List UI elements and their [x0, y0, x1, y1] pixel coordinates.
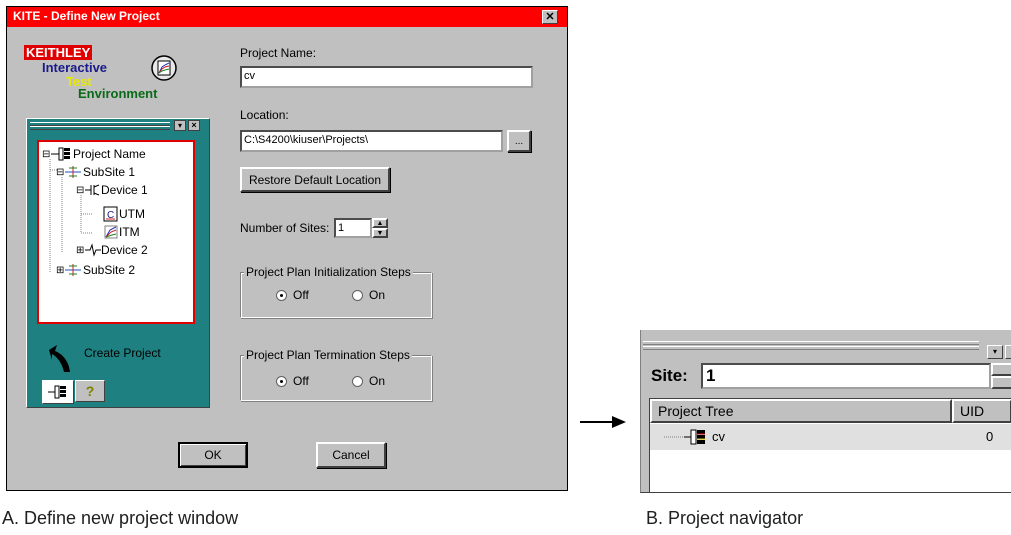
tree-item-label: SubSite 2: [83, 263, 136, 277]
window-title: KITE - Define New Project: [13, 9, 160, 23]
tab-project-view[interactable]: [42, 380, 74, 404]
close-button[interactable]: ✕: [542, 10, 558, 24]
device-icon: [85, 243, 101, 257]
tree-item-label: Project Name: [73, 147, 146, 161]
expand-toggle[interactable]: ⊞: [56, 265, 65, 276]
init-off-radio[interactable]: [276, 290, 287, 301]
collapse-toggle[interactable]: ⊟: [56, 167, 65, 178]
logo-interactive-text: Interactive: [42, 60, 108, 75]
tree-row-cv[interactable]: cv 0: [650, 424, 1011, 450]
caption-a: A. Define new project window: [2, 508, 239, 528]
tree-item-subsite-1[interactable]: ⊟ SubSite 1: [56, 164, 135, 180]
project-icon: [51, 147, 70, 161]
restore-default-location-button[interactable]: Restore Default Location: [240, 167, 390, 192]
site-input[interactable]: 1: [701, 363, 991, 389]
project-icon: [48, 385, 66, 399]
tree-item-project-name[interactable]: ⊟ Project Name: [42, 146, 146, 162]
collapse-toggle[interactable]: ⊟: [76, 185, 85, 196]
tree-item-subsite-2[interactable]: ⊞ SubSite 2: [56, 262, 135, 278]
device-icon: [85, 184, 100, 196]
panel-menu-button[interactable]: ▾: [174, 120, 186, 131]
site-label: Site:: [651, 366, 688, 385]
tree-item-itm[interactable]: ITM: [103, 224, 140, 240]
project-name-label: Project Name:: [240, 46, 317, 60]
itm-icon: [104, 225, 118, 239]
sites-spinner[interactable]: ▲ ▼: [372, 218, 388, 238]
site-spin-down-button[interactable]: [991, 376, 1011, 389]
tree-item-label: Device 2: [101, 243, 148, 257]
term-on-radio[interactable]: [352, 376, 363, 387]
tab-help[interactable]: ?: [75, 380, 105, 402]
help-icon: ?: [85, 383, 95, 399]
init-on-label: On: [369, 288, 386, 302]
tree-row-uid: 0: [986, 429, 994, 444]
navigator-close-button[interactable]: [1005, 345, 1011, 359]
site-spinner[interactable]: [991, 363, 1011, 389]
column-header-project-tree[interactable]: Project Tree: [650, 399, 952, 423]
project-name-input[interactable]: cv: [240, 66, 533, 88]
spin-down-button[interactable]: ▼: [372, 228, 388, 238]
site-spin-up-button[interactable]: [991, 363, 1011, 376]
cancel-button[interactable]: Cancel: [316, 442, 386, 468]
init-on-radio[interactable]: [352, 290, 363, 301]
create-project-arrow-icon: [44, 334, 74, 374]
title-bar[interactable]: KITE - Define New Project ✕: [7, 7, 567, 27]
navigator-titlebar: [643, 338, 983, 354]
subsite-icon: [65, 166, 81, 178]
init-off-label: Off: [293, 288, 309, 302]
tree-item-label: SubSite 1: [83, 165, 136, 179]
term-off-label: Off: [293, 374, 309, 388]
panel-close-button[interactable]: ×: [188, 120, 200, 131]
location-label: Location:: [240, 108, 289, 122]
init-steps-title: Project Plan Initialization Steps: [244, 265, 413, 279]
tree-item-utm[interactable]: C UTM: [103, 206, 145, 222]
tree-row-label: cv: [712, 429, 725, 444]
kite-logo-icon: [150, 54, 178, 82]
project-navigator: ▾ Site: 1 Project Tree UID cv 0: [640, 330, 1011, 493]
column-header-uid[interactable]: UID: [952, 399, 1011, 423]
panel-titlebar: ▾ ×: [30, 120, 206, 132]
ok-button[interactable]: OK: [178, 442, 248, 468]
pointer-arrow: [580, 416, 626, 428]
utm-icon: C: [103, 206, 118, 222]
term-off-radio[interactable]: [276, 376, 287, 387]
expand-toggle[interactable]: ⊞: [76, 245, 85, 256]
logo-environment-text: Environment: [78, 86, 158, 101]
subsite-icon: [65, 264, 81, 276]
keithley-logo: KEITHLEY: [24, 45, 93, 60]
project-icon: [664, 429, 705, 445]
navigator-menu-button[interactable]: ▾: [987, 345, 1003, 359]
number-of-sites-label: Number of Sites:: [240, 221, 330, 235]
caption-b: B. Project navigator: [646, 508, 804, 528]
tree-item-device-2[interactable]: ⊞ Device 2: [76, 242, 148, 258]
tree-item-label: ITM: [119, 225, 140, 239]
browse-button[interactable]: ...: [507, 130, 531, 152]
location-input[interactable]: C:\S4200\kiuser\Projects\: [240, 130, 503, 152]
spin-up-button[interactable]: ▲: [372, 218, 388, 228]
term-on-label: On: [369, 374, 386, 388]
collapse-toggle[interactable]: ⊟: [42, 149, 51, 160]
create-project-label: Create Project: [84, 346, 161, 360]
number-of-sites-input[interactable]: 1: [334, 218, 372, 238]
tree-item-device-1[interactable]: ⊟ Device 1: [76, 182, 148, 198]
tree-item-label: UTM: [119, 207, 145, 221]
tree-item-label: Device 1: [101, 183, 148, 197]
term-steps-title: Project Plan Termination Steps: [244, 348, 412, 362]
